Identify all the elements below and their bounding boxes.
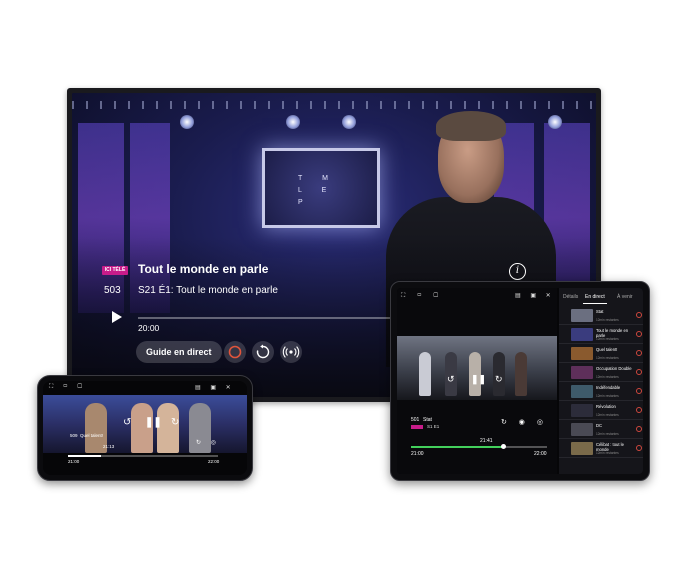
- channel-program-name: Quel talent!: [596, 347, 618, 352]
- channel-program-name: Révolution: [596, 404, 616, 409]
- phone-progress-bar[interactable]: [68, 455, 218, 457]
- channel-row[interactable]: Indéfendable 12min restantes: [559, 382, 643, 401]
- channel-remaining: 12min restantes: [596, 451, 619, 455]
- episode-title: S21 É1: Tout le monde en parle: [138, 285, 278, 296]
- channel-program-name: Occupation Double: [596, 366, 632, 371]
- channel-remaining: 12min restantes: [596, 375, 619, 379]
- channel-remaining: 12min restantes: [596, 337, 619, 341]
- tab-live[interactable]: En direct: [585, 294, 605, 300]
- broadcast-icon: [282, 346, 300, 358]
- phone-top-left-icons[interactable]: ⛶ ▭ ▢: [49, 384, 86, 391]
- tablet-channel-number: 501: [411, 417, 420, 423]
- channel-row[interactable]: Quel talent! 12min restantes: [559, 344, 643, 363]
- phone-channel-number: 509: [70, 433, 78, 438]
- stage-lamp: [342, 115, 356, 129]
- channel-remaining: 12min restantes: [596, 432, 619, 436]
- broadcast-button[interactable]: [280, 341, 302, 363]
- channel-remaining: 12min restantes: [596, 394, 619, 398]
- play-icon[interactable]: [112, 311, 122, 323]
- record-icon[interactable]: [636, 331, 642, 337]
- phone-pause-icon[interactable]: ❚❚: [145, 417, 162, 428]
- channel-row[interactable]: Révolution 12min restantes: [559, 401, 643, 420]
- tablet-episode: S1 E1: [427, 424, 440, 429]
- record-icon[interactable]: [636, 445, 642, 451]
- tablet-network-badge: [411, 425, 423, 429]
- channel-thumbnail: [571, 423, 593, 436]
- phone-start-time: 21:00: [68, 459, 80, 464]
- tablet-show-name: Stat: [423, 417, 432, 423]
- channel-guide-panel: Détails En direct À venir Stat 12min rest…: [559, 288, 643, 474]
- tab-upcoming[interactable]: À venir: [617, 294, 633, 300]
- stage-lamp: [180, 115, 194, 129]
- program-title: Tout le monde en parle: [138, 262, 269, 276]
- phone-action-icons[interactable]: ↻ ◎: [196, 439, 220, 446]
- active-tab-indicator: [583, 303, 607, 304]
- record-icon[interactable]: [636, 350, 642, 356]
- tab-details[interactable]: Détails: [563, 294, 578, 300]
- channel-row[interactable]: Occupation Double 12min restantes: [559, 363, 643, 382]
- phone-screen[interactable]: ⛶ ▭ ▢ ▤ ▣ ✕ ↺ ❚❚ ↻ 509 Quel talent! ↻ ◎ …: [43, 381, 247, 475]
- tablet-action-icons[interactable]: ↻ ◉ ◎: [501, 418, 548, 426]
- record-icon[interactable]: [636, 388, 642, 394]
- pause-icon[interactable]: ❚❚: [471, 374, 486, 385]
- channel-remaining: 12min restantes: [596, 356, 619, 360]
- record-icon[interactable]: [636, 407, 642, 413]
- channel-number: 503: [104, 285, 121, 296]
- tablet-end-time: 22:00: [534, 451, 547, 457]
- current-time: 20:00: [138, 323, 160, 333]
- restart-icon: [256, 344, 270, 359]
- tablet-screen: ⛶ ▭ ▢ ▤ ▣ ✕ ↺ ❚❚ ↻ 501 Stat S1 E1 ↻ ◉ ◎ …: [397, 288, 643, 474]
- channel-remaining: 12min restantes: [596, 413, 619, 417]
- record-button[interactable]: [224, 341, 246, 363]
- phone-device: ⛶ ▭ ▢ ▤ ▣ ✕ ↺ ❚❚ ↻ 509 Quel talent! ↻ ◎ …: [37, 375, 253, 481]
- channel-program-name: DC: [596, 423, 603, 428]
- phone-rewind-icon[interactable]: ↺: [123, 417, 131, 428]
- live-guide-button[interactable]: Guide en direct: [136, 341, 222, 363]
- channel-thumbnail: [571, 328, 593, 341]
- record-icon[interactable]: [636, 369, 642, 375]
- forward-icon[interactable]: ↻: [495, 374, 503, 385]
- channel-thumbnail: [571, 385, 593, 398]
- network-badge: ICI TÉLÉ: [102, 266, 128, 275]
- channel-thumbnail: [571, 309, 593, 322]
- phone-now-time: 21:13: [103, 444, 115, 449]
- info-icon[interactable]: i: [509, 263, 526, 280]
- show-logo-letters: T M L E P: [298, 175, 337, 206]
- channel-remaining: 12min restantes: [596, 318, 619, 322]
- stage-lamp: [286, 115, 300, 129]
- channel-program-name: Stat: [596, 309, 604, 314]
- channel-row[interactable]: DC 12min restantes: [559, 420, 643, 439]
- record-icon[interactable]: [636, 426, 642, 432]
- channel-thumbnail: [571, 366, 593, 379]
- channel-row[interactable]: Stat 12min restantes: [559, 306, 643, 325]
- channel-row[interactable]: Tout le monde en parle 12min restantes: [559, 325, 643, 344]
- phone-show-name: Quel talent!: [80, 433, 104, 438]
- guide-tabs: Détails En direct À venir: [559, 294, 643, 304]
- tablet-top-right-icons[interactable]: ▤ ▣ ✕: [515, 292, 555, 299]
- tablet-now-time: 21:41: [480, 438, 493, 444]
- restart-button[interactable]: [252, 341, 274, 363]
- channel-thumbnail: [571, 404, 593, 417]
- channel-thumbnail: [571, 347, 593, 360]
- tablet-device: ⛶ ▭ ▢ ▤ ▣ ✕ ↺ ❚❚ ↻ 501 Stat S1 E1 ↻ ◉ ◎ …: [390, 281, 650, 481]
- tablet-progress-bar[interactable]: [411, 444, 547, 449]
- phone-forward-icon[interactable]: ↻: [171, 417, 179, 428]
- tablet-start-time: 21:00: [411, 451, 424, 457]
- tablet-video: [397, 336, 557, 400]
- channel-thumbnail: [571, 442, 593, 455]
- devices-composition: T M L E P ICI TÉLÉ Tout le monde en parl…: [0, 0, 686, 574]
- channel-program-name: Indéfendable: [596, 385, 621, 390]
- tablet-player[interactable]: ⛶ ▭ ▢ ▤ ▣ ✕ ↺ ❚❚ ↻ 501 Stat S1 E1 ↻ ◉ ◎ …: [397, 288, 557, 474]
- phone-end-time: 22:00: [208, 459, 220, 464]
- phone-top-right-icons[interactable]: ▤ ▣ ✕: [195, 384, 235, 391]
- rewind-icon[interactable]: ↺: [447, 374, 455, 385]
- channel-row[interactable]: Célibat : tout le monde 12min restantes: [559, 439, 643, 458]
- record-icon: [228, 345, 242, 359]
- tablet-top-left-icons[interactable]: ⛶ ▭ ▢: [401, 293, 443, 300]
- record-icon[interactable]: [636, 312, 642, 318]
